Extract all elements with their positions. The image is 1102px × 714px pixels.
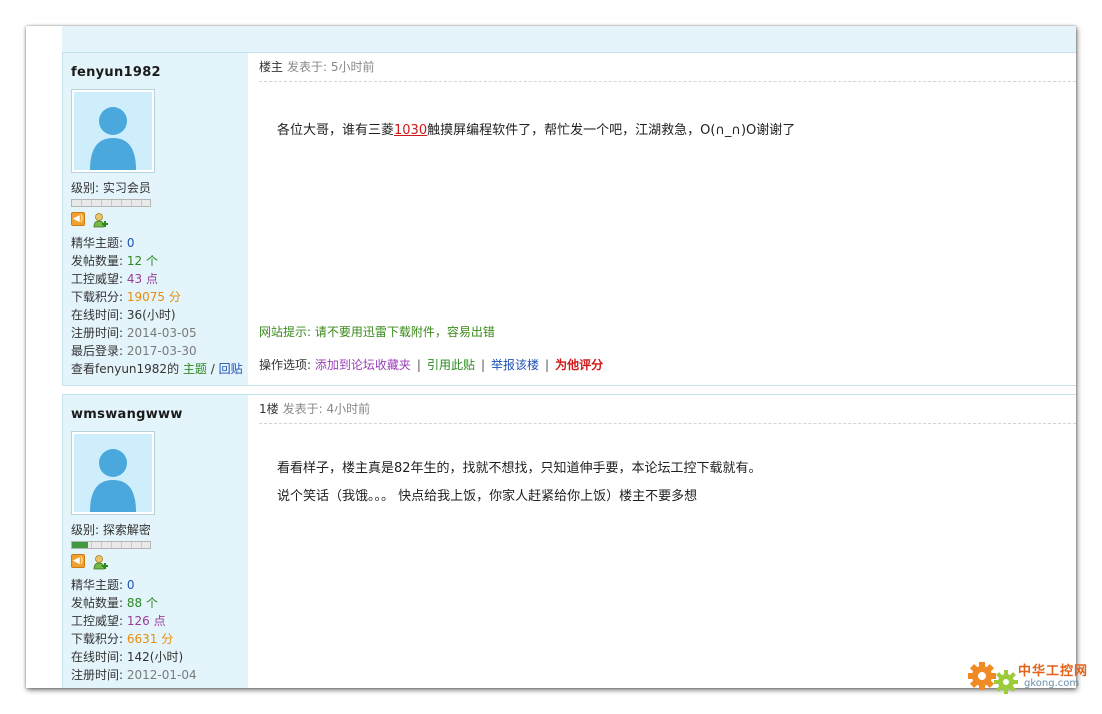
post-content: 楼主 发表于: 5小时前 各位大哥，谁有三菱1030触摸屏编程软件了，帮忙发一个吧…	[259, 53, 1076, 385]
post-meta: 1楼 发表于: 4小时前	[259, 395, 1076, 424]
post-line: 说个笑话（我饿。。。 快点给我上饭，你家人赶紧给你上饭）楼主不要多想	[277, 489, 698, 504]
stat-posts: 发帖数量: 88 个	[71, 596, 158, 610]
post-time: 发表于: 5小时前	[287, 60, 375, 74]
speaker-icon[interactable]: ◀)	[71, 554, 85, 568]
author-name[interactable]: fenyun1982	[71, 65, 161, 80]
member-level: 级别: 探索解密	[71, 523, 151, 537]
author-sidebar: wmswangwww 级别: 探索解密 ◀) 精华主题: 0 发帖数量: 88 …	[63, 395, 248, 688]
post-content: 1楼 发表于: 4小时前 看看样子，楼主真是82年生的，找就不想找，只知道伸手要，…	[259, 395, 1076, 688]
report-post-link[interactable]: 举报该楼	[491, 358, 539, 372]
stat-prestige: 工控威望: 126 点	[71, 614, 166, 628]
keyword-link[interactable]: 1030	[394, 123, 427, 138]
stat-prestige: 工控威望: 43 点	[71, 272, 158, 286]
stat-last-login: 最后登录: 2017-03-30	[71, 344, 197, 358]
post-0: fenyun1982 级别: 实习会员 ◀) 精华主题: 0 发帖数量: 12 …	[62, 52, 1076, 386]
stat-elite: 精华主题: 0	[71, 236, 135, 250]
default-avatar-icon	[74, 434, 152, 512]
stat-elite: 精华主题: 0	[71, 578, 135, 592]
post-line: 看看样子，楼主真是82年生的，找就不想找，只知道伸手要，本论坛工控下载就有。	[277, 461, 762, 476]
level-progress-bar	[71, 541, 151, 549]
floor-label: 楼主	[259, 60, 284, 74]
level-progress-fill	[72, 542, 88, 548]
member-level: 级别: 实习会员	[71, 181, 151, 195]
author-stats: 精华主题: 0 发帖数量: 12 个 工控威望: 43 点 下载积分: 1907…	[71, 234, 243, 378]
post-1: wmswangwww 级别: 探索解密 ◀) 精华主题: 0 发帖数量: 88 …	[62, 394, 1076, 688]
post-body: 各位大哥，谁有三菱1030触摸屏编程软件了，帮忙发一个吧，江湖救急，O(∩_∩)…	[277, 123, 796, 138]
site-tip: 网站提示: 请不要用迅雷下载附件，容易出错	[259, 325, 495, 339]
add-friend-icon[interactable]	[93, 554, 109, 570]
stat-registered: 注册时间: 2012-01-04	[71, 668, 197, 682]
author-stats: 精华主题: 0 发帖数量: 88 个 工控威望: 126 点 下载积分: 663…	[71, 576, 197, 684]
badge-row: ◀)	[71, 554, 109, 570]
post-body: 看看样子，楼主真是82年生的，找就不想找，只知道伸手要，本论坛工控下载就有。 说…	[277, 455, 762, 511]
author-name[interactable]: wmswangwww	[71, 407, 183, 422]
quote-post-link[interactable]: 引用此贴	[427, 358, 475, 372]
add-favorite-link[interactable]: 添加到论坛收藏夹	[315, 358, 411, 372]
floor-label: 1楼	[259, 402, 279, 416]
author-sidebar: fenyun1982 级别: 实习会员 ◀) 精华主题: 0 发帖数量: 12 …	[63, 53, 248, 385]
watermark-name: 中华工控网	[1018, 664, 1089, 679]
stat-registered: 注册时间: 2014-03-05	[71, 326, 197, 340]
avatar[interactable]	[71, 89, 155, 173]
add-friend-icon[interactable]	[93, 212, 109, 228]
stat-online: 在线时间: 142(小时)	[71, 650, 184, 664]
rate-user-link[interactable]: 为他评分	[555, 358, 603, 372]
view-replies-link[interactable]: 回贴	[219, 362, 243, 376]
gear-logo-icon	[968, 662, 1018, 694]
badge-row: ◀)	[71, 212, 109, 228]
stat-points: 下载积分: 19075 分	[71, 290, 181, 304]
thread-header-bar	[62, 26, 1076, 53]
post-meta: 楼主 发表于: 5小时前	[259, 53, 1076, 82]
stat-points: 下载积分: 6631 分	[71, 632, 174, 646]
view-author-links: 查看fenyun1982的 主题 / 回贴	[71, 362, 243, 376]
post-time: 发表于: 4小时前	[282, 402, 371, 416]
speaker-icon[interactable]: ◀)	[71, 212, 85, 226]
view-topics-link[interactable]: 主题	[183, 362, 207, 376]
stat-online: 在线时间: 36(小时)	[71, 308, 176, 322]
avatar[interactable]	[71, 431, 155, 515]
level-progress-bar	[71, 199, 151, 207]
watermark-url: gkong.com	[1024, 678, 1080, 689]
post-actions: 操作选项: 添加到论坛收藏夹 | 引用此贴 | 举报该楼 | 为他评分	[259, 358, 604, 372]
stat-posts: 发帖数量: 12 个	[71, 254, 158, 268]
site-watermark-logo: 中华工控网 gkong.com	[966, 654, 1094, 698]
default-avatar-icon	[74, 92, 152, 170]
forum-window: fenyun1982 级别: 实习会员 ◀) 精华主题: 0 发帖数量: 12 …	[26, 26, 1076, 688]
